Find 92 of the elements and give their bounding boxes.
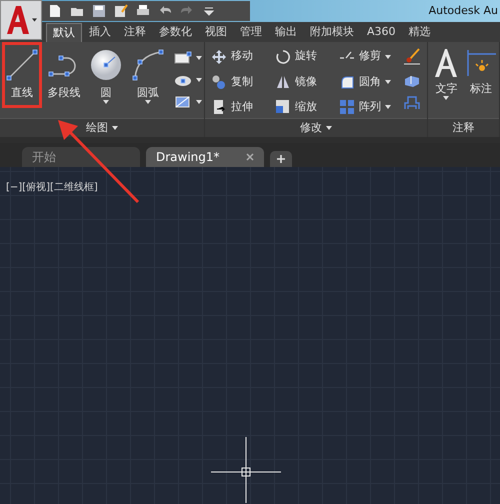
highlight-frame — [2, 42, 42, 108]
ribbon-tab[interactable]: 管理 — [234, 23, 268, 42]
caret-icon — [196, 78, 202, 82]
panel-title: 注释 — [452, 120, 474, 136]
caret-icon — [385, 80, 391, 84]
panel-title: 修改 — [300, 120, 322, 136]
caret-icon — [326, 126, 332, 130]
caret-icon — [385, 105, 391, 110]
ribbon-tab[interactable]: 精选 — [402, 23, 437, 42]
close-icon[interactable] — [246, 153, 254, 161]
ribbon-tool[interactable]: 圆角 — [339, 73, 397, 90]
caret-icon — [112, 126, 118, 130]
caret-icon — [145, 100, 151, 104]
ribbon-tab[interactable]: 输出 — [269, 23, 303, 42]
crosshair-cursor — [211, 437, 281, 503]
copy-icon — [211, 74, 227, 90]
line-icon — [5, 48, 39, 82]
ribbon-tab[interactable]: 视图 — [199, 23, 233, 42]
ribbon-tab[interactable]: 附加模块 — [304, 23, 360, 42]
tool-label: 圆 — [100, 86, 112, 100]
tool-label: 移动 — [231, 48, 253, 64]
document-tab[interactable]: 开始 — [22, 147, 140, 167]
tool-label: 直线 — [11, 86, 33, 100]
caret-icon — [385, 54, 391, 58]
panel-title: 绘图 — [86, 120, 108, 136]
tool-label: 拉伸 — [231, 98, 253, 115]
save-as-icon[interactable] — [114, 4, 128, 18]
panel-title-bar[interactable]: 修改 — [205, 118, 427, 137]
save-icon[interactable] — [92, 4, 106, 18]
hatch-icon — [174, 95, 192, 109]
caret-icon — [443, 96, 450, 100]
brush-icon[interactable] — [403, 48, 421, 65]
tool-label: 阵列 — [359, 98, 381, 115]
ribbon-tool[interactable]: 复制 — [211, 73, 269, 90]
plus-icon — [277, 155, 285, 163]
tool-label: 文字 — [435, 82, 458, 96]
print-icon[interactable] — [136, 4, 150, 18]
viewport-controls[interactable]: [−][俯视][二维线框] — [6, 182, 98, 193]
mirror-icon — [275, 74, 291, 90]
array-icon — [339, 99, 355, 116]
tool-label: 多段线 — [48, 86, 80, 100]
ribbon-tab[interactable]: 插入 — [83, 23, 117, 42]
ribbon-tool[interactable]: 圆 — [86, 46, 126, 108]
ribbon-tab[interactable]: 注释 — [118, 23, 152, 42]
rectangle-icon — [174, 51, 192, 65]
letter-a-icon — [433, 48, 460, 78]
app-logo-icon — [6, 5, 30, 35]
ribbon-tab[interactable]: 参数化 — [153, 23, 198, 42]
ribbon-tab[interactable]: A360 — [361, 23, 402, 42]
stretch-icon — [211, 99, 227, 116]
document-tab[interactable]: Drawing1* — [146, 147, 264, 167]
tool-label: 复制 — [231, 74, 253, 90]
ribbon-tool[interactable]: 文字 — [430, 46, 462, 108]
window-title: Autodesk Au — [428, 2, 499, 19]
tool-label: 圆角 — [359, 74, 381, 90]
ribbon-tool[interactable]: 圆弧 — [128, 46, 168, 108]
caret-icon — [103, 100, 109, 104]
ribbon-tool[interactable]: 旋转 — [275, 48, 333, 65]
tool-label: 旋转 — [295, 48, 317, 64]
fillet-icon — [339, 74, 355, 90]
dimension-icon — [466, 48, 496, 78]
ribbon-tool[interactable]: 标注 — [464, 46, 497, 108]
ribbon-tool[interactable]: 直线 — [2, 46, 42, 108]
ribbon-tool[interactable]: 阵列 — [339, 98, 397, 116]
tool-label: 圆弧 — [137, 86, 159, 100]
rotate-icon — [275, 48, 291, 64]
tool-label: 缩放 — [295, 98, 317, 115]
hatch-ellipse-icon — [174, 73, 192, 87]
ribbon-tool[interactable]: 移动 — [211, 48, 269, 65]
circle-icon — [89, 48, 123, 82]
tool-label: 修剪 — [359, 48, 381, 64]
move-icon — [211, 48, 227, 64]
ribbon-tool[interactable]: 拉伸 — [211, 98, 269, 116]
ribbon-tool[interactable]: 修剪 — [339, 48, 397, 65]
ribbon-tool[interactable]: 多段线 — [44, 46, 84, 108]
panel-title-bar[interactable]: 绘图 — [0, 118, 204, 137]
ribbon-tool[interactable]: 缩放 — [275, 98, 333, 116]
arc-icon — [131, 48, 165, 82]
panel-title-bar[interactable]: 注释 — [428, 118, 499, 137]
caret-icon — [196, 100, 202, 104]
draw-tool-button[interactable] — [174, 50, 202, 66]
ribbon-tool[interactable]: 镜像 — [275, 73, 333, 90]
new-tab-button[interactable] — [270, 151, 292, 167]
application-button[interactable] — [0, 0, 42, 40]
draw-tool-button[interactable] — [174, 94, 202, 110]
scale-icon — [275, 99, 291, 116]
tool-label: 标注 — [470, 82, 492, 96]
tool-label: 镜像 — [295, 74, 317, 90]
new-file-icon[interactable] — [48, 4, 62, 18]
caret-icon — [32, 18, 36, 22]
ribbon-tab[interactable]: 默认 — [46, 23, 82, 42]
caret-icon — [196, 56, 202, 60]
